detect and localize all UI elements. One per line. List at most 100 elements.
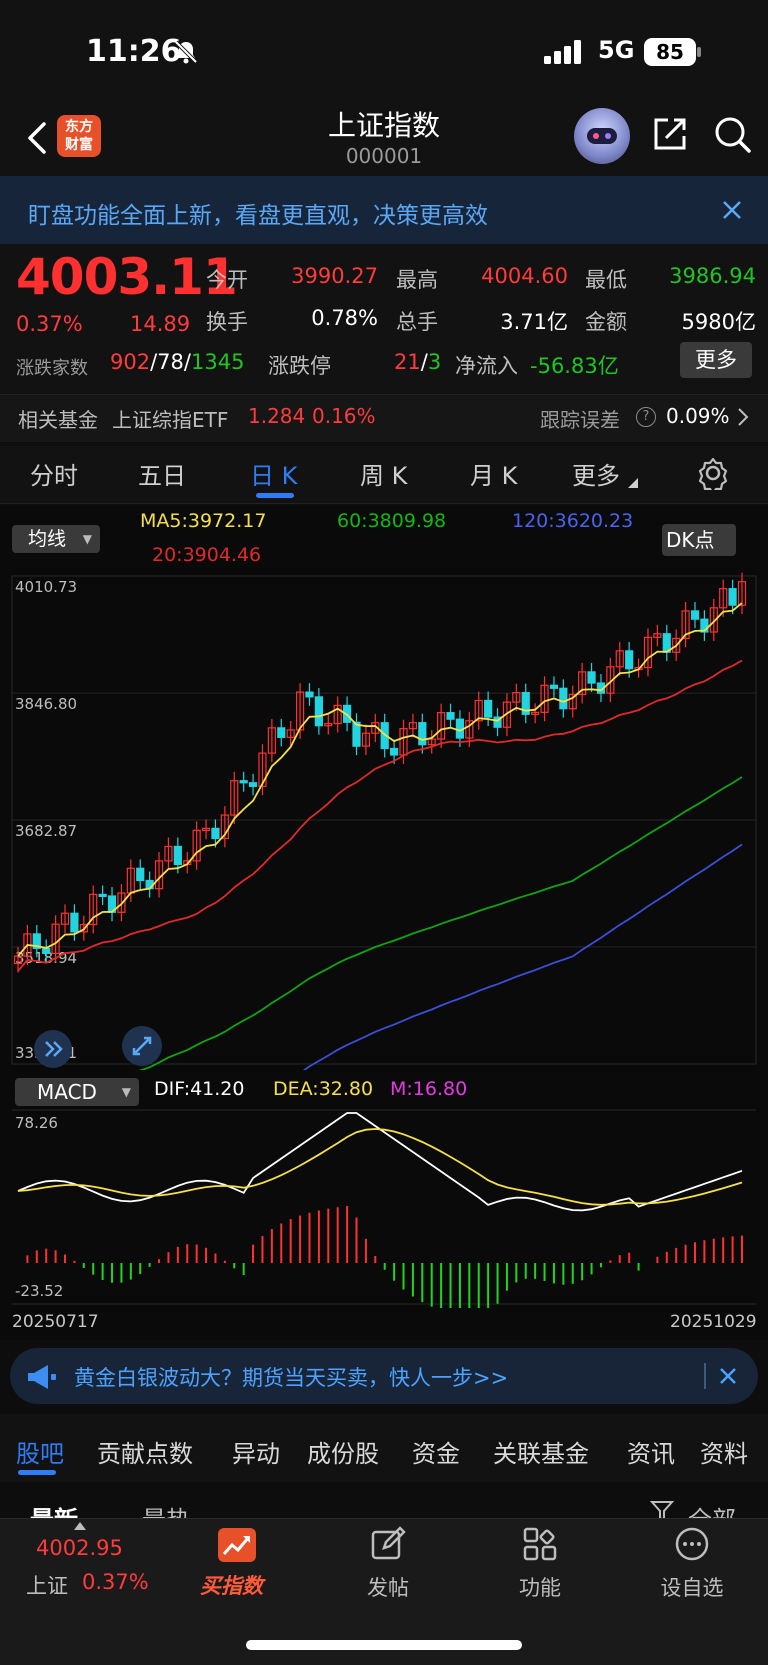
tab-daily-k[interactable]: 日 K	[250, 456, 297, 491]
chevron-right-icon[interactable]	[736, 406, 750, 428]
subtab-movement[interactable]: 异动	[232, 1434, 280, 1469]
limit-label: 涨跌停	[268, 354, 331, 378]
ma20-label: 20:3904.46	[152, 544, 262, 566]
low-label: 最低	[585, 268, 627, 292]
gear-icon[interactable]	[696, 456, 730, 490]
breadth-label: 涨跌家数	[16, 358, 88, 379]
related-fund-pct: 0.16%	[312, 404, 376, 428]
subtab-contribution[interactable]: 贡献点数	[97, 1434, 193, 1469]
nav-index-name[interactable]: 上证	[26, 1570, 68, 1600]
turnover-value: 0.78%	[311, 306, 378, 330]
breadth-values: 902/78/1345	[110, 350, 245, 374]
ma-select[interactable]: 均线 ▼	[12, 525, 100, 553]
expand-left-icon[interactable]	[34, 1030, 72, 1068]
m-label: M:16.80	[390, 1078, 468, 1100]
candle-body	[277, 727, 286, 738]
limit-values: 21/3	[394, 350, 442, 374]
subtab-related-funds[interactable]: 关联基金	[493, 1434, 589, 1469]
tab-monthly-k[interactable]: 月 K	[470, 456, 517, 491]
subtab-guba[interactable]: 股吧	[16, 1434, 64, 1469]
tab-more[interactable]: 更多	[572, 456, 620, 491]
change-points: 14.89	[130, 312, 191, 336]
home-indicator	[246, 1640, 522, 1650]
amount-label: 金额	[585, 310, 627, 334]
feed-tab-latest[interactable]: 最新	[30, 1500, 78, 1518]
battery-tip	[697, 47, 701, 57]
ai-assistant-face-icon	[587, 128, 617, 144]
buy-index-label[interactable]: 买指数	[200, 1570, 263, 1600]
subtab-funds-flow[interactable]: 资金	[412, 1434, 460, 1469]
close-icon[interactable]	[718, 196, 746, 224]
kline-chart[interactable]: 4010.733846.803682.873518.943355.01	[0, 570, 768, 1070]
ad-close-icon[interactable]	[718, 1366, 738, 1386]
current-price: 4003.11	[16, 248, 238, 306]
dea-line	[17, 1128, 743, 1206]
nav-index-value[interactable]: 4002.95	[36, 1536, 123, 1560]
more-button[interactable]: 更多	[680, 342, 752, 378]
caret-down-icon	[628, 478, 638, 488]
price-tick-label: 3846.80	[15, 695, 77, 713]
low-value: 3986.94	[669, 264, 756, 288]
help-icon[interactable]: ?	[636, 407, 656, 427]
tracking-error-value: 0.09%	[666, 404, 730, 428]
ma5-label: MA5:3972.17	[140, 510, 267, 532]
nav-post-label[interactable]: 发帖	[338, 1572, 438, 1602]
candle-body	[587, 671, 596, 684]
tab-intraday[interactable]: 分时	[30, 456, 78, 491]
candle-body	[625, 650, 634, 670]
candle-body	[549, 684, 559, 689]
triangle-up-icon	[74, 1522, 86, 1530]
candle-body	[690, 610, 700, 620]
inflow-value: -56.83亿	[530, 354, 619, 378]
price-tick-label: 3682.87	[15, 822, 77, 840]
status-time: 11:26	[86, 34, 182, 69]
feed-tab-hot[interactable]: 最热	[142, 1500, 190, 1518]
edit-post-icon[interactable]	[370, 1526, 406, 1562]
candle-body	[305, 691, 314, 698]
buy-index-icon[interactable]	[218, 1528, 256, 1562]
ma120-label: 120:3620.23	[512, 510, 634, 532]
nav-index-pct[interactable]: 0.37%	[82, 1570, 149, 1594]
search-icon[interactable]	[712, 114, 752, 154]
macd-tick-label: 78.26	[15, 1114, 58, 1132]
dif-label: DIF:41.20	[154, 1078, 245, 1100]
candle-body	[70, 912, 79, 933]
nav-function-label[interactable]: 功能	[490, 1572, 590, 1602]
candle-body	[248, 782, 258, 787]
nav-watchlist-label[interactable]: 设自选	[642, 1572, 742, 1602]
ad-text: 黄金白银波动大？期货当天买卖，快人一步>>	[74, 1366, 509, 1390]
subtab-news[interactable]: 资讯	[627, 1434, 675, 1469]
open-value: 3990.27	[291, 264, 378, 288]
tab-five-day[interactable]: 五日	[138, 456, 186, 491]
inflow-label: 净流入	[455, 354, 518, 378]
high-label: 最高	[396, 268, 438, 292]
macd-chart[interactable]: 78.26 -23.52	[0, 1108, 768, 1308]
candle-body	[559, 687, 568, 710]
candle-body	[211, 827, 220, 840]
ma20-line	[17, 659, 743, 972]
active-subtab-indicator	[18, 1470, 56, 1475]
ma5-line	[17, 602, 743, 957]
related-fund-label: 相关基金	[18, 408, 98, 432]
candle-body	[418, 722, 427, 746]
filter-icon[interactable]	[650, 1500, 674, 1518]
zoom-expand-icon[interactable]	[122, 1026, 162, 1066]
subtab-constituents[interactable]: 成份股	[307, 1434, 379, 1469]
megaphone-icon	[28, 1365, 56, 1389]
function-grid-icon[interactable]	[522, 1526, 558, 1562]
macd-select[interactable]: MACD ▼	[15, 1078, 139, 1106]
volume-label: 总手	[396, 310, 438, 334]
battery-indicator: 85	[644, 38, 696, 66]
signal-icon	[544, 40, 581, 64]
tab-weekly-k[interactable]: 周 K	[360, 456, 407, 491]
feed-filter-all[interactable]: 全部	[688, 1500, 736, 1518]
add-watchlist-icon[interactable]	[674, 1526, 710, 1562]
subtab-profile[interactable]: 资料	[700, 1434, 748, 1469]
turnover-label: 换手	[206, 310, 248, 334]
change-percent: 0.37%	[16, 312, 83, 336]
active-tab-indicator	[256, 493, 294, 498]
dk-point-button[interactable]: DK点	[662, 524, 736, 556]
open-label: 今开	[206, 268, 248, 292]
related-fund-price: 1.284	[248, 404, 306, 428]
share-icon[interactable]	[650, 114, 690, 154]
